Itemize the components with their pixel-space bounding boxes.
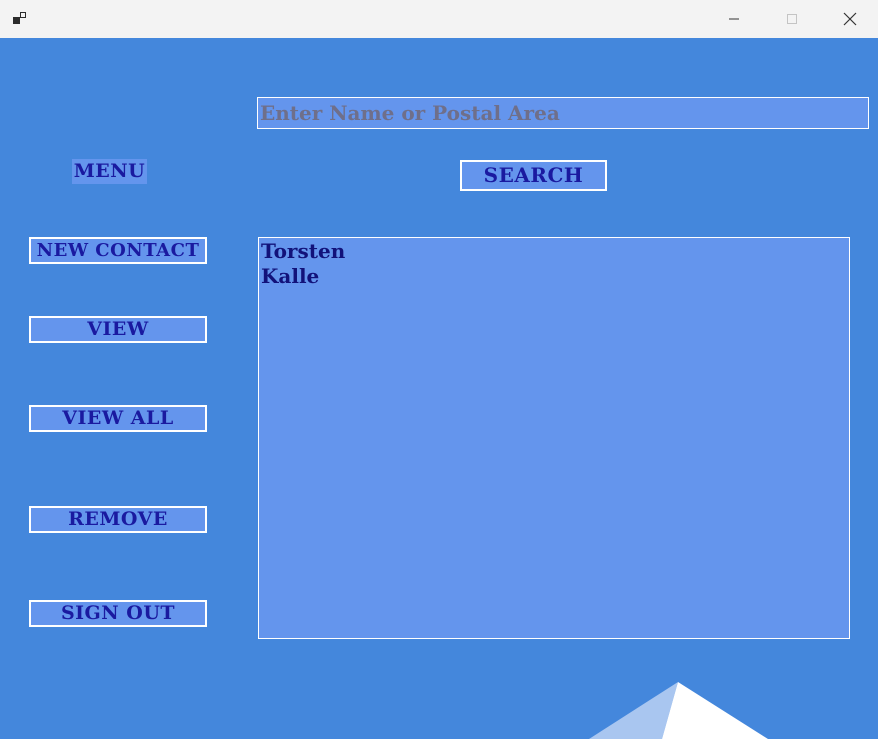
view-all-button[interactable]: VIEW ALL bbox=[29, 405, 207, 432]
remove-button[interactable]: REMOVE bbox=[29, 506, 207, 533]
minimize-icon bbox=[729, 18, 739, 20]
maximize-icon bbox=[787, 14, 797, 24]
close-icon bbox=[843, 12, 857, 26]
sign-out-button[interactable]: SIGN OUT bbox=[29, 600, 207, 627]
minimize-button[interactable] bbox=[705, 0, 763, 38]
main-form: MENU SEARCH NEW CONTACT VIEW VIEW ALL RE… bbox=[0, 38, 878, 739]
list-item[interactable]: Kalle bbox=[261, 264, 847, 289]
app-window-icon bbox=[13, 12, 26, 24]
menu-label: MENU bbox=[72, 159, 147, 184]
close-button[interactable] bbox=[821, 0, 878, 38]
list-item[interactable]: Torsten bbox=[261, 239, 847, 264]
new-contact-button[interactable]: NEW CONTACT bbox=[29, 237, 207, 264]
search-button[interactable]: SEARCH bbox=[460, 160, 607, 191]
maximize-button bbox=[763, 0, 821, 38]
contact-list[interactable]: Torsten Kalle bbox=[258, 237, 850, 639]
search-input[interactable] bbox=[257, 97, 869, 129]
title-bar bbox=[0, 0, 878, 38]
view-button[interactable]: VIEW bbox=[29, 316, 207, 343]
